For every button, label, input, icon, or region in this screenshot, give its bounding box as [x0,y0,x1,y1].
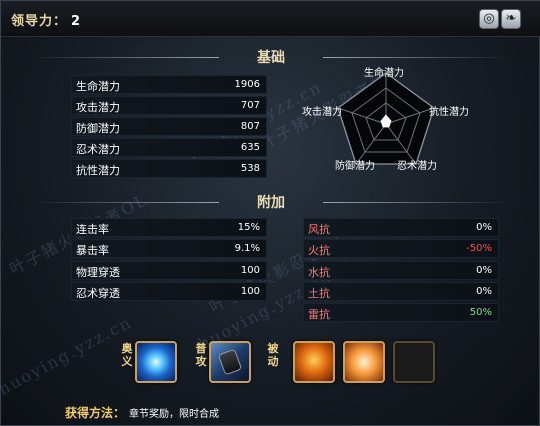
swirl-icon[interactable]: ◎ [479,9,499,29]
section-title-extra: 附加 [29,192,513,212]
section-title-base: 基础 [29,47,513,67]
extra-stat-row: 忍术穿透 100 [71,282,267,301]
stat-label: 连击率 [76,223,109,236]
stat-label: 雷抗 [308,308,330,321]
ninja-attribute-panel: 领导力：2 ◎ ❧ 叶子猪火影忍者OL huoying.yzz.cn 叶子猪火影… [0,0,540,426]
empty-skill-slot[interactable] [393,341,435,383]
base-stat-row: 忍术潜力 635 [71,138,267,157]
stat-value: 0% [476,265,492,276]
radar-axis-label: 抗性潜力 [429,107,469,118]
stat-label: 忍术潜力 [76,143,120,156]
stat-value: 15% [237,222,260,233]
radar-axis-label: 忍术潜力 [397,161,437,172]
stat-value: 9.1% [234,243,260,254]
skill-tag-passive: 被动 [267,342,279,368]
radar-axis-label: 生命潜力 [364,68,404,79]
obtain-label: 获得方法： [65,406,126,420]
resist-row: 土抗 0% [303,282,499,301]
stat-value: 538 [240,163,260,174]
resist-row: 水抗 0% [303,261,499,280]
leaf-icon[interactable]: ❧ [501,9,521,29]
stat-value: -50% [466,243,492,254]
obtain-text: 章节奖励，限时合成 [129,409,220,420]
passive-skill-1-icon[interactable] [293,341,335,383]
leadership: 领导力： 2 [11,10,81,29]
skill-bar: 奥义 普攻 被动 [73,337,445,387]
stat-label: 攻击潜力 [76,101,120,114]
normal-attack-fist-icon[interactable] [209,341,251,383]
passive-skill-2-icon[interactable] [343,341,385,383]
radar-axis-label: 攻击潜力 [302,107,342,118]
stat-label: 防御潜力 [76,122,120,135]
top-bar: 领导力： 2 ◎ ❧ [1,1,540,37]
leadership-value: 2 [71,14,82,29]
stat-label: 暴击率 [76,244,109,257]
stat-value: 0% [476,286,492,297]
resist-row: 风抗 0% [303,218,499,237]
ougi-skill-vortex-icon[interactable] [135,341,177,383]
stat-label: 水抗 [308,266,330,279]
stat-value: 707 [240,100,260,111]
skill-tag-ougi: 奥义 [121,342,133,368]
stat-value: 100 [240,286,260,297]
base-stat-row: 抗性潜力 538 [71,159,267,178]
stat-label: 火抗 [308,244,330,257]
radar-axis-label: 防御潜力 [335,161,375,172]
base-stat-row: 防御潜力 807 [71,117,267,136]
stat-label: 风抗 [308,223,330,236]
stat-value: 0% [476,222,492,233]
extra-stat-row: 连击率 15% [71,218,267,237]
stat-value: 50% [469,307,492,318]
stat-value: 100 [240,265,260,276]
stat-label: 抗性潜力 [76,164,120,177]
resist-row: 雷抗 50% [303,303,499,322]
stat-label: 土抗 [308,287,330,300]
base-stat-row: 攻击潜力 707 [71,96,267,115]
skill-tag-normal: 普攻 [195,342,207,368]
extra-stat-row: 暴击率 9.1% [71,239,267,258]
stat-value: 1906 [234,79,260,90]
stat-value: 807 [240,121,260,132]
extra-stat-row: 物理穿透 100 [71,261,267,280]
leadership-label: 领导力： [11,14,68,29]
obtain-method: 获得方法： 章节奖励，限时合成 [65,404,219,421]
stat-label: 生命潜力 [76,80,120,93]
stat-label: 忍术穿透 [76,287,120,300]
stat-label: 物理穿透 [76,266,120,279]
potential-radar-chart [337,72,435,165]
stat-value: 635 [240,142,260,153]
resist-row: 火抗 -50% [303,239,499,258]
base-stat-row: 生命潜力 1906 [71,75,267,94]
